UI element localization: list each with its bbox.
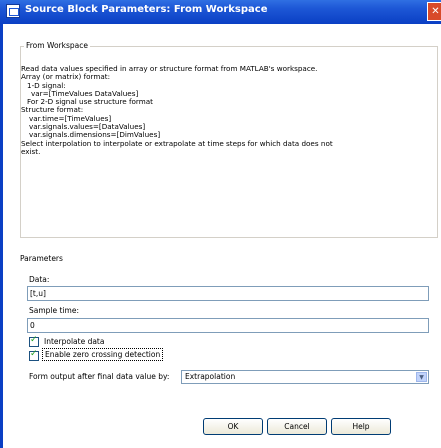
title-bar[interactable]: Source Block Parameters: From Workspace [0,0,441,24]
block-description: Read data values specified in array or s… [21,64,431,156]
simulink-block-icon [6,4,20,18]
zero-crossing-label[interactable]: Enable zero crossing detection [42,348,164,361]
description-line: Select interpolation to interpolate or e… [21,138,333,148]
description-line: Array (or matrix) format: [21,72,111,82]
data-input[interactable]: [t,u] [27,286,429,301]
parameters-title: Parameters [20,254,63,263]
form-output-select[interactable]: Extrapolation ▼ [181,370,429,384]
zero-crossing-checkbox[interactable] [29,349,39,361]
form-output-value: Extrapolation [185,372,236,381]
cancel-button[interactable]: Cancel [267,418,327,435]
data-label: Data: [29,275,50,284]
interpolate-checkbox[interactable] [29,335,39,347]
block-name: From Workspace [24,41,90,50]
help-button[interactable]: Help [331,418,391,435]
form-output-label: Form output after final data value by: [29,372,170,381]
chevron-down-icon[interactable]: ▼ [416,372,427,382]
interpolate-label[interactable]: Interpolate data [44,337,104,346]
ok-button[interactable]: OK [203,418,263,435]
window-title: Source Block Parameters: From Workspace [25,4,268,15]
sample-time-label: Sample time: [29,306,79,315]
close-button[interactable]: ✕ [427,2,441,21]
sample-time-input[interactable]: 0 [27,318,429,333]
description-line: exist. [21,146,41,156]
